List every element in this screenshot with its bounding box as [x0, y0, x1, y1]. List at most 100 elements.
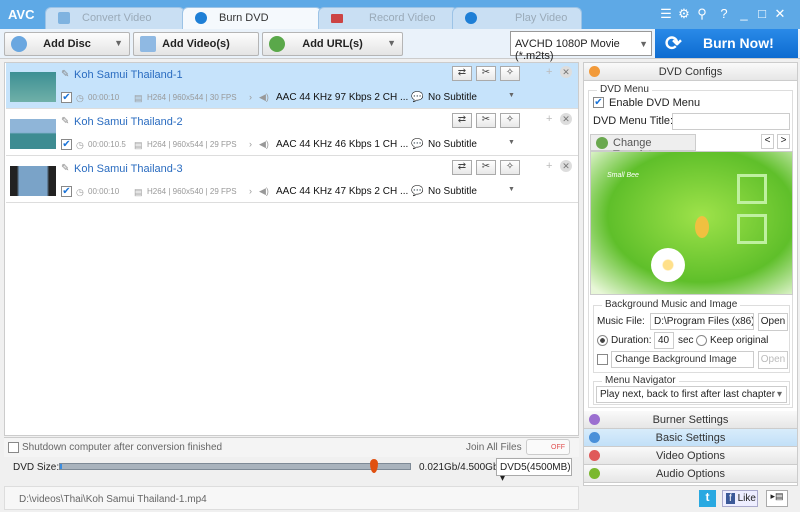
trim-button[interactable]: ✂ [476, 113, 496, 128]
prev-template-button[interactable]: < [761, 134, 774, 149]
chevron-down-icon: ▼ [508, 139, 515, 146]
section-video-options[interactable]: Video Options [584, 447, 797, 465]
music-file-input[interactable]: D:\Program Files (x86)\V [650, 313, 754, 330]
add-disc-button[interactable]: Add Disc ▼ [4, 32, 130, 56]
subtitle-select[interactable]: No Subtitle ▼ [428, 92, 515, 103]
effects-button[interactable]: ✧ [500, 113, 520, 128]
remove-icon[interactable]: ✕ [560, 113, 572, 125]
toggle-panel-icon[interactable]: ▸▤ [766, 490, 788, 507]
dvd-configs-panel: DVD Configs DVD Menu ✔ Enable DVD Menu D… [583, 62, 798, 486]
help-icon[interactable]: ? [716, 6, 732, 21]
chevron-right-icon[interactable]: › [249, 92, 252, 102]
subtitle-select[interactable]: No Subtitle ▼ [428, 186, 515, 197]
change-template-tab[interactable]: Change Template [590, 134, 696, 161]
chevron-down-icon: ▾ [776, 389, 782, 400]
subtitle-select[interactable]: No Subtitle ▼ [428, 139, 515, 150]
slider-handle[interactable] [370, 459, 378, 473]
label: Add Video(s) [162, 38, 230, 50]
speaker-icon: ◀) [259, 139, 269, 149]
title-bar: AVC Convert Video Burn DVD Record Video … [0, 0, 800, 29]
gear-icon[interactable]: ⚙ [676, 6, 692, 22]
file-row[interactable]: ✎ Koh Samui Thailand-3 ✔ ◷ 00:00:10 ▤ H2… [6, 157, 578, 203]
section-burner-settings[interactable]: Burner Settings [584, 411, 797, 429]
remove-icon[interactable]: ✕ [560, 66, 572, 78]
keep-original-radio[interactable] [696, 335, 707, 346]
file-checkbox[interactable]: ✔ [61, 139, 72, 150]
burn-now-button[interactable]: ⟳ Burn Now! [655, 29, 798, 58]
convert-settings-button[interactable]: ⇄ [452, 160, 472, 175]
add-chapter-icon[interactable]: + [546, 160, 552, 172]
file-name[interactable]: Koh Samui Thailand-3 [74, 163, 183, 175]
dvd-size-track [59, 463, 411, 470]
template-preview[interactable]: Small Bee [590, 151, 793, 295]
options-bar: Shutdown computer after conversion finis… [4, 437, 579, 457]
file-checkbox[interactable]: ✔ [61, 92, 72, 103]
menu-navigator-select[interactable]: Play next, back to first after last chap… [596, 386, 787, 403]
file-row[interactable]: ✎ Koh Samui Thailand-1 ✔ ◷ 00:00:10 ▤ H2… [6, 63, 578, 109]
menu-icon[interactable]: ☰ [658, 6, 674, 22]
audio-value: AAC 44 KHz 46 Kbps 1 CH ... [276, 139, 409, 150]
edit-name-icon[interactable]: ✎ [61, 69, 69, 80]
output-format-select[interactable]: AVCHD 1080P Movie (*.m2ts) ▼ [510, 31, 652, 62]
chevron-right-icon[interactable]: › [249, 139, 252, 149]
add-url-button[interactable]: Add URL(s) ▼ [262, 32, 403, 56]
shutdown-checkbox[interactable] [8, 442, 19, 453]
convert-settings-button[interactable]: ⇄ [452, 66, 472, 81]
add-chapter-icon[interactable]: + [546, 113, 552, 125]
tab-play-video[interactable]: Play Video [452, 7, 582, 29]
keep-original-label: Keep original [710, 335, 769, 346]
trim-button[interactable]: ✂ [476, 66, 496, 81]
disc-type-select[interactable]: DVD5(4500MB) ▾ [496, 458, 572, 484]
chevron-down-icon[interactable]: ▼ [114, 38, 123, 48]
menu-title-input[interactable] [672, 113, 790, 130]
audio-track-select[interactable]: AAC 44 KHz 47 Kbps 2 CH ... ▼ [276, 186, 418, 197]
remove-icon[interactable]: ✕ [560, 160, 572, 172]
video-thumbnail[interactable] [10, 166, 56, 196]
add-videos-button[interactable]: Add Video(s) [133, 32, 259, 56]
video-info: H264 | 960x540 | 29 FPS [147, 187, 237, 196]
audio-track-select[interactable]: AAC 44 KHz 46 Kbps 1 CH ... ▼ [276, 139, 418, 150]
facebook-like-button[interactable]: f Like [722, 490, 758, 507]
audio-track-select[interactable]: AAC 44 KHz 97 Kbps 2 CH ... ▼ [276, 92, 418, 103]
enable-menu-checkbox[interactable]: ✔ [593, 97, 604, 108]
file-name[interactable]: Koh Samui Thailand-1 [74, 69, 183, 81]
tab-convert-video[interactable]: Convert Video [45, 7, 185, 29]
chevron-right-icon[interactable]: › [249, 186, 252, 196]
video-thumbnail[interactable] [10, 72, 56, 102]
maximize-icon[interactable]: □ [754, 6, 770, 21]
chevron-down-icon[interactable]: ▼ [387, 38, 396, 48]
section-basic-settings[interactable]: Basic Settings [584, 429, 797, 447]
section-icon [589, 468, 600, 479]
file-name[interactable]: Koh Samui Thailand-2 [74, 116, 183, 128]
change-bg-input[interactable]: Change Background Image [611, 351, 754, 368]
tab-burn-dvd[interactable]: Burn DVD [182, 7, 322, 29]
open-music-button[interactable]: Open [758, 313, 788, 331]
convert-settings-button[interactable]: ⇄ [452, 113, 472, 128]
duration-radio[interactable] [597, 335, 608, 346]
audio-value: AAC 44 KHz 47 Kbps 2 CH ... [276, 186, 409, 197]
trim-button[interactable]: ✂ [476, 160, 496, 175]
file-checkbox[interactable]: ✔ [61, 186, 72, 197]
video-thumbnail[interactable] [10, 119, 56, 149]
section-audio-options[interactable]: Audio Options [584, 465, 797, 483]
effects-button[interactable]: ✧ [500, 66, 520, 81]
file-row[interactable]: ✎ Koh Samui Thailand-2 ✔ ◷ 00:00:10.5 ▤ … [6, 110, 578, 156]
duration-input[interactable]: 40 [654, 332, 674, 349]
minimize-icon[interactable]: _ [736, 6, 752, 21]
tab-record-video[interactable]: Record Video [318, 7, 458, 29]
open-bg-button[interactable]: Open [758, 351, 788, 369]
twitter-icon[interactable]: t [699, 490, 716, 507]
play-icon [465, 12, 477, 24]
edit-name-icon[interactable]: ✎ [61, 163, 69, 174]
add-chapter-icon[interactable]: + [546, 66, 552, 78]
app-logo: AVC [8, 7, 35, 22]
next-template-button[interactable]: > [777, 134, 790, 149]
effects-button[interactable]: ✧ [500, 160, 520, 175]
key-icon[interactable]: ⚲ [694, 6, 710, 22]
join-toggle[interactable]: OFF [526, 439, 570, 455]
change-bg-checkbox[interactable] [597, 354, 608, 365]
edit-name-icon[interactable]: ✎ [61, 116, 69, 127]
dvd-configs-header[interactable]: DVD Configs [584, 63, 797, 81]
close-icon[interactable]: ✕ [772, 6, 788, 22]
video-info: H264 | 960x544 | 29 FPS [147, 140, 237, 149]
